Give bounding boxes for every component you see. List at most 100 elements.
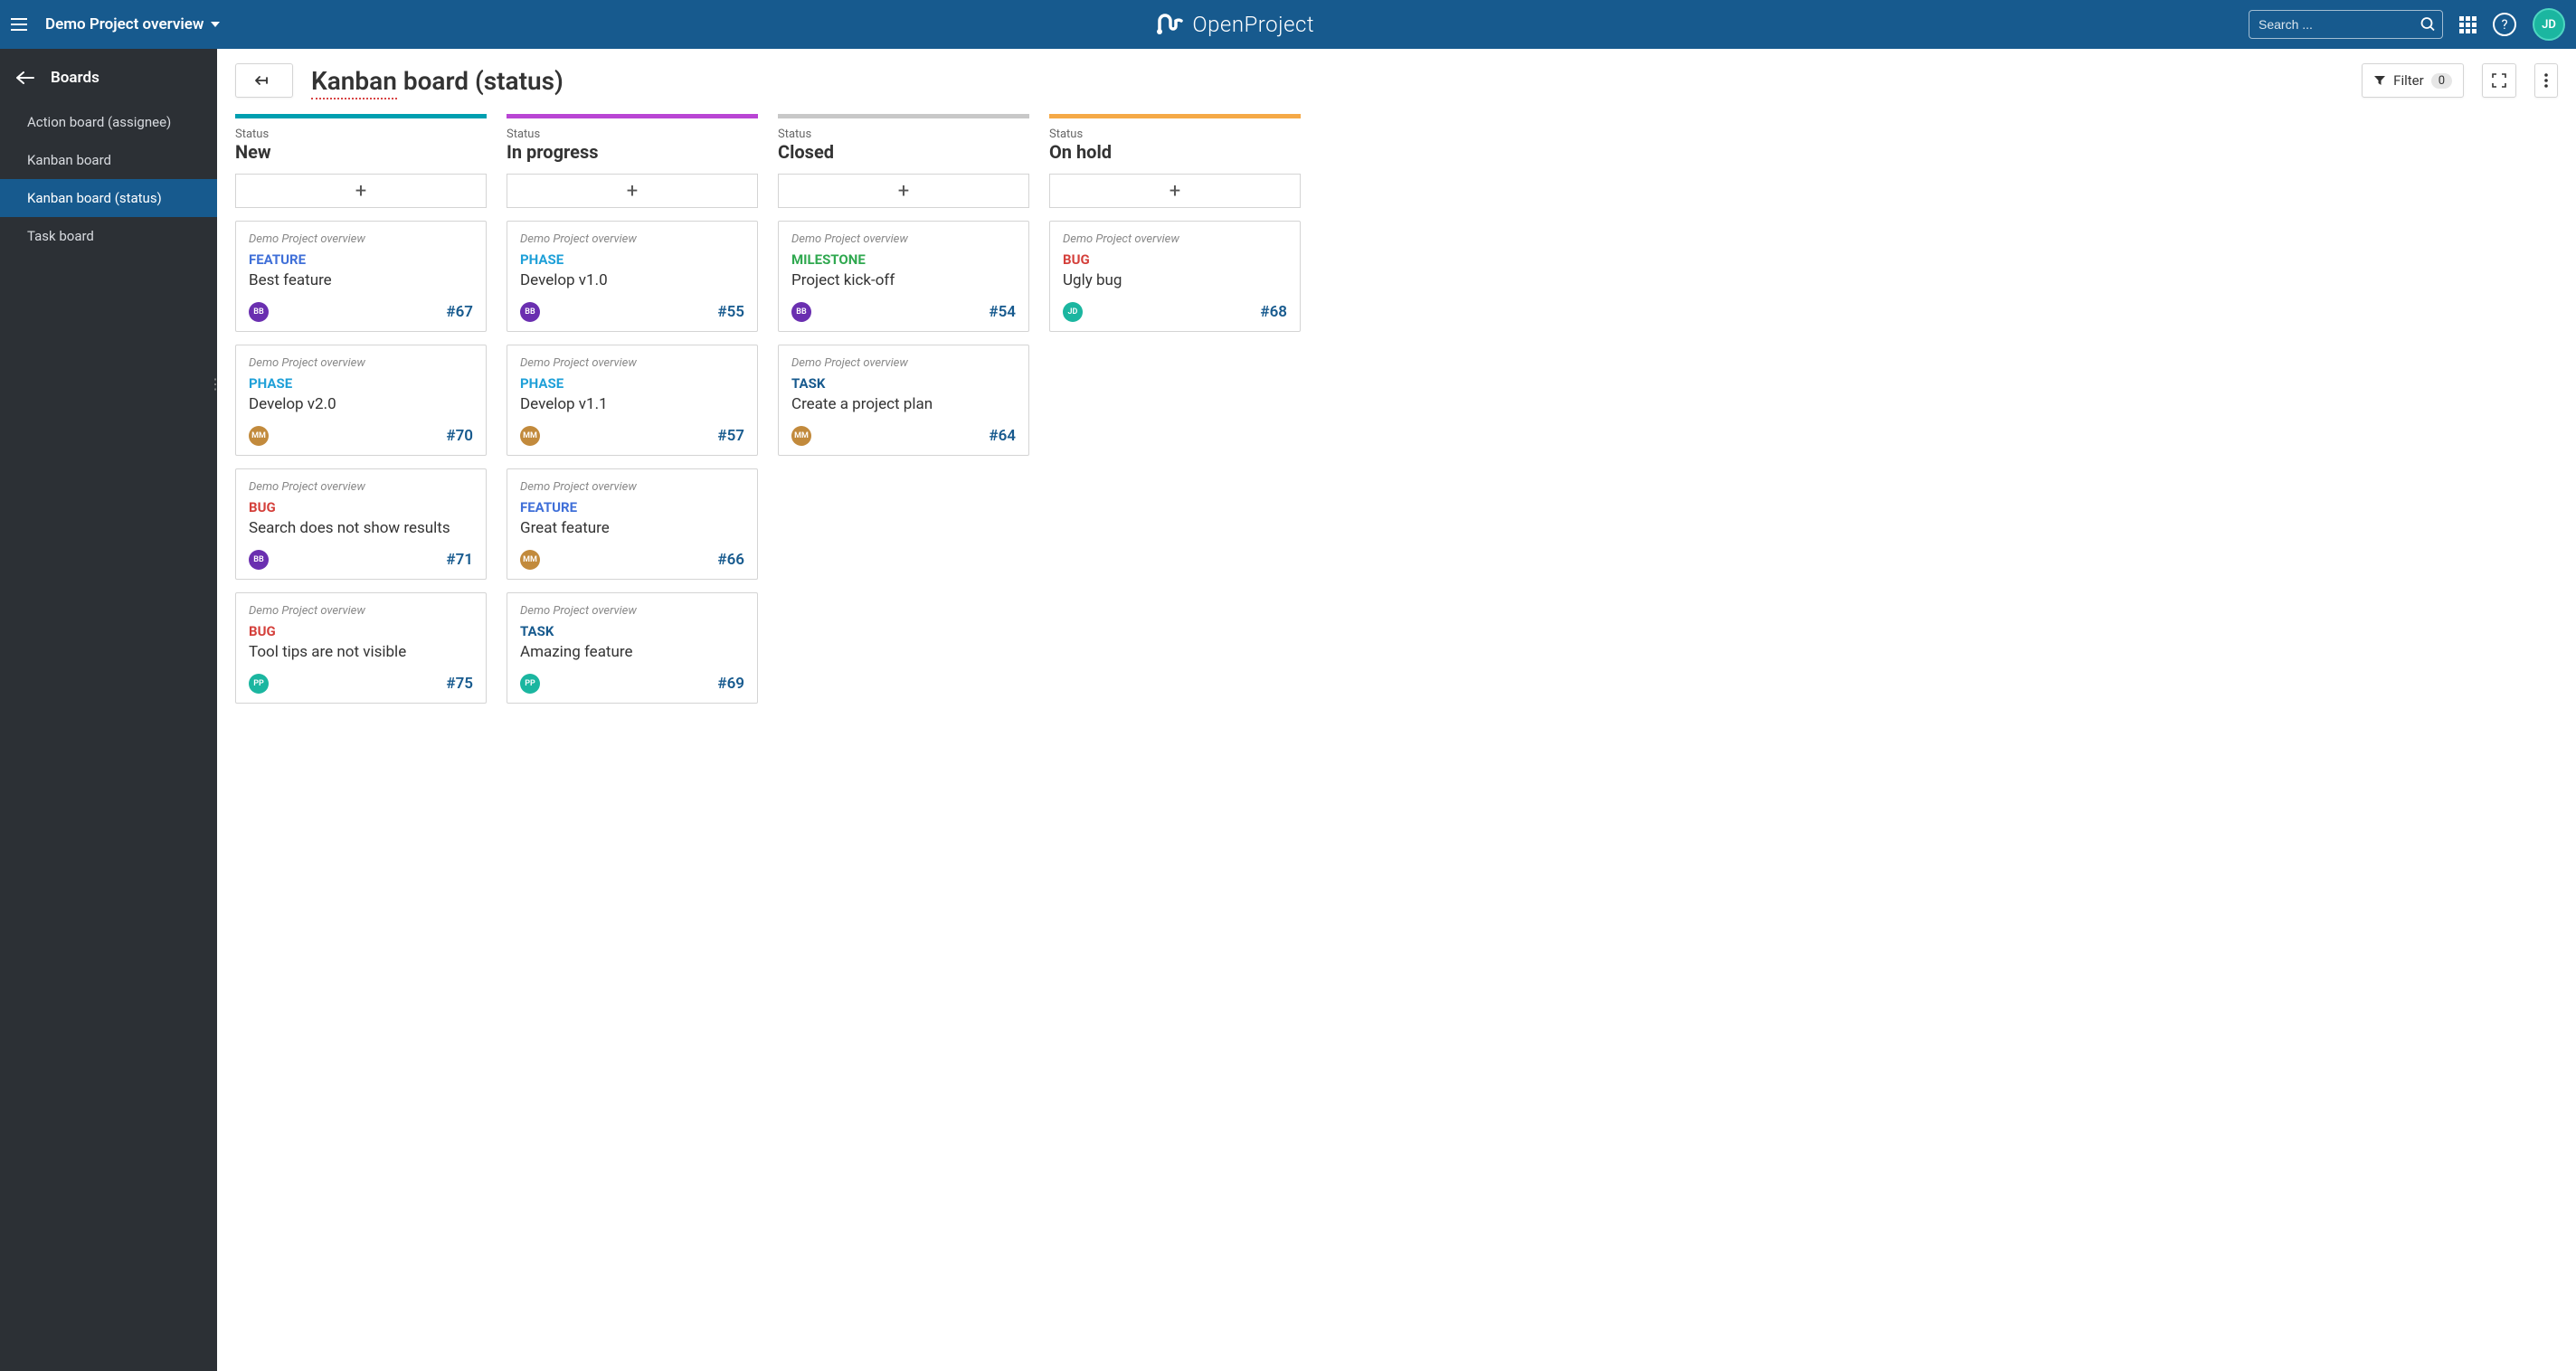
project-selector[interactable]: Demo Project overview xyxy=(45,15,220,33)
assignee-avatar[interactable]: PP xyxy=(249,674,269,694)
assignee-avatar[interactable]: MM xyxy=(791,426,811,446)
card-type: TASK xyxy=(520,623,744,639)
search-icon[interactable] xyxy=(2420,17,2436,33)
board-title[interactable]: Kanban board (status) xyxy=(311,66,564,96)
card-subject: Best feature xyxy=(249,271,473,289)
work-package-card[interactable]: Demo Project overviewPHASEDevelop v2.0MM… xyxy=(235,345,487,456)
work-package-card[interactable]: Demo Project overviewFEATUREGreat featur… xyxy=(507,468,758,580)
more-menu-button[interactable] xyxy=(2534,63,2558,98)
filter-button[interactable]: Filter 0 xyxy=(2362,63,2464,98)
column-color-bar xyxy=(778,114,1029,118)
apps-grid-icon[interactable] xyxy=(2459,16,2477,33)
help-icon[interactable]: ? xyxy=(2493,13,2516,36)
card-project: Demo Project overview xyxy=(249,480,473,494)
column-title: In progress xyxy=(507,141,758,163)
card-subject: Develop v1.1 xyxy=(520,395,744,413)
hamburger-icon[interactable] xyxy=(11,14,33,35)
card-subject: Ugly bug xyxy=(1063,271,1287,289)
card-id[interactable]: #57 xyxy=(717,427,744,445)
card-project: Demo Project overview xyxy=(520,232,744,246)
card-subject: Project kick-off xyxy=(791,271,1016,289)
card-footer: BB #55 xyxy=(520,302,744,322)
card-footer: BB #71 xyxy=(249,550,473,570)
card-type: PHASE xyxy=(520,251,744,268)
card-type: MILESTONE xyxy=(791,251,1016,268)
assignee-avatar[interactable]: PP xyxy=(520,674,540,694)
work-package-card[interactable]: Demo Project overviewTASKCreate a projec… xyxy=(778,345,1029,456)
card-project: Demo Project overview xyxy=(520,604,744,618)
card-id[interactable]: #54 xyxy=(989,303,1016,321)
work-package-card[interactable]: Demo Project overview PHASE Develop v1.0 BB… xyxy=(507,221,758,332)
card-id[interactable]: #64 xyxy=(989,427,1016,445)
card-project: Demo Project overview xyxy=(1063,232,1287,246)
column-title: Closed xyxy=(778,141,1029,163)
card-project: Demo Project overview xyxy=(520,356,744,370)
topbar-center: OpenProject xyxy=(220,12,2249,37)
assignee-avatar[interactable]: JD xyxy=(1063,302,1083,322)
assignee-avatar[interactable]: MM xyxy=(520,426,540,446)
sidebar-item[interactable]: Kanban board xyxy=(0,141,217,179)
card-subject: Create a project plan xyxy=(791,395,1016,413)
card-id[interactable]: #75 xyxy=(446,675,473,693)
assignee-avatar[interactable]: MM xyxy=(249,426,269,446)
assignee-avatar[interactable]: BB xyxy=(520,302,540,322)
card-footer: PP #69 xyxy=(520,674,744,694)
assignee-avatar[interactable]: BB xyxy=(249,302,269,322)
add-card-button[interactable]: + xyxy=(778,174,1029,208)
work-package-card[interactable]: Demo Project overviewFEATUREBest feature… xyxy=(235,221,487,332)
top-bar: Demo Project overview OpenProject ? JD xyxy=(0,0,2576,49)
add-card-button[interactable]: + xyxy=(507,174,758,208)
card-footer: MM #66 xyxy=(520,550,744,570)
back-button[interactable] xyxy=(235,63,293,98)
sidebar-items: Action board (assignee)Kanban boardKanba… xyxy=(0,103,217,255)
work-package-card[interactable]: Demo Project overview TASK Amazing feature… xyxy=(507,592,758,704)
card-subject: Amazing feature xyxy=(520,643,744,661)
card-id[interactable]: #68 xyxy=(1260,303,1287,321)
add-card-button[interactable]: + xyxy=(235,174,487,208)
card-subject: Develop v1.0 xyxy=(520,271,744,289)
column-label: Status xyxy=(1049,128,1301,141)
card-type: BUG xyxy=(249,499,473,515)
card-id[interactable]: #70 xyxy=(446,427,473,445)
user-avatar[interactable]: JD xyxy=(2533,8,2565,41)
search-input[interactable] xyxy=(2249,10,2443,39)
sidebar-item[interactable]: Task board xyxy=(0,217,217,255)
card-id[interactable]: #67 xyxy=(446,303,473,321)
card-id[interactable]: #69 xyxy=(717,675,744,693)
kanban-board: StatusNew+Demo Project overviewFEATUREBe… xyxy=(235,114,2558,716)
card-subject: Great feature xyxy=(520,519,744,537)
card-id[interactable]: #66 xyxy=(717,551,744,569)
sidebar-item[interactable]: Kanban board (status) xyxy=(0,179,217,217)
toolbar: Kanban board (status) Filter 0 xyxy=(235,63,2558,98)
work-package-card[interactable]: Demo Project overviewPHASEDevelop v1.1MM… xyxy=(507,345,758,456)
work-package-card[interactable]: Demo Project overviewBUGTool tips are no… xyxy=(235,592,487,704)
sidebar-resize-handle[interactable]: ⋮ xyxy=(212,365,219,402)
project-title-text: Demo Project overview xyxy=(45,15,204,33)
card-footer: MM #70 xyxy=(249,426,473,446)
kebab-icon xyxy=(2544,73,2548,88)
back-arrow-icon[interactable] xyxy=(16,67,34,89)
card-footer: MM #64 xyxy=(791,426,1016,446)
sidebar-header: Boards xyxy=(0,49,217,103)
sidebar-item[interactable]: Action board (assignee) xyxy=(0,103,217,141)
work-package-card[interactable]: Demo Project overviewMILESTONEProject ki… xyxy=(778,221,1029,332)
card-subject: Develop v2.0 xyxy=(249,395,473,413)
card-footer: BB #67 xyxy=(249,302,473,322)
filter-icon xyxy=(2373,74,2386,87)
work-package-card[interactable]: Demo Project overview BUG Search does not … xyxy=(235,468,487,580)
board-column: StatusIn progress+Demo Project overviewP… xyxy=(507,114,758,716)
column-label: Status xyxy=(235,128,487,141)
assignee-avatar[interactable]: BB xyxy=(249,550,269,570)
card-id[interactable]: #55 xyxy=(717,303,744,321)
work-package-card[interactable]: Demo Project overview BUG Ugly bug JD #68 xyxy=(1049,221,1301,332)
assignee-avatar[interactable]: MM xyxy=(520,550,540,570)
fullscreen-button[interactable] xyxy=(2482,63,2516,98)
card-subject: Search does not show results xyxy=(249,519,473,537)
card-id[interactable]: #71 xyxy=(446,551,473,569)
add-card-button[interactable]: + xyxy=(1049,174,1301,208)
card-type: BUG xyxy=(1063,251,1287,268)
assignee-avatar[interactable]: BB xyxy=(791,302,811,322)
layout: Boards Action board (assignee)Kanban boa… xyxy=(0,49,2576,1371)
card-project: Demo Project overview xyxy=(249,232,473,246)
card-subject: Tool tips are not visible xyxy=(249,643,473,661)
